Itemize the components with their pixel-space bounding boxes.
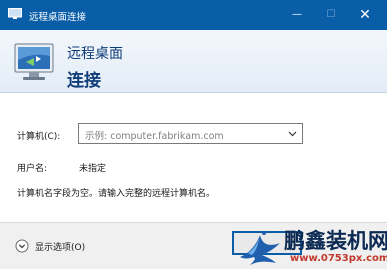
banner-title-line2: 连接: [67, 71, 101, 91]
computer-input-placeholder[interactable]: 示例: computer.fabrikam.com: [85, 128, 224, 142]
chevron-down-icon[interactable]: [287, 128, 298, 139]
phoenix-logo-icon: [240, 231, 280, 265]
computer-label: 计算机(C):: [17, 132, 61, 142]
remote-desktop-monitor-icon: [14, 43, 54, 80]
window-title: 远程桌面连接: [29, 12, 87, 23]
title-bar[interactable]: 远程桌面连接 — ☐ ✕: [0, 0, 387, 30]
computer-combobox[interactable]: 示例: computer.fabrikam.com: [78, 123, 303, 144]
remote-desktop-app-icon: [8, 8, 22, 19]
header-banner: 远程桌面 连接: [0, 30, 387, 92]
close-button[interactable]: ✕: [349, 0, 381, 30]
username-label: 用户名:: [17, 164, 48, 174]
watermark-text: 鹏鑫装机网: [284, 229, 387, 253]
status-message: 计算机名字段为空。请输入完整的远程计算机名。: [17, 189, 216, 199]
banner-title-line1: 远程桌面: [67, 46, 123, 62]
username-value: 未指定: [79, 164, 107, 174]
expand-chevron-icon[interactable]: [15, 239, 29, 253]
watermark-logo: 鹏鑫装机网 www.0753px.com: [236, 223, 387, 269]
maximize-button[interactable]: ☐: [315, 0, 347, 30]
watermark-url: www.0753px.com: [290, 253, 387, 264]
show-options-link[interactable]: 显示选项(O): [35, 240, 85, 253]
banner-divider: [0, 92, 387, 93]
minimize-button[interactable]: —: [281, 0, 313, 30]
